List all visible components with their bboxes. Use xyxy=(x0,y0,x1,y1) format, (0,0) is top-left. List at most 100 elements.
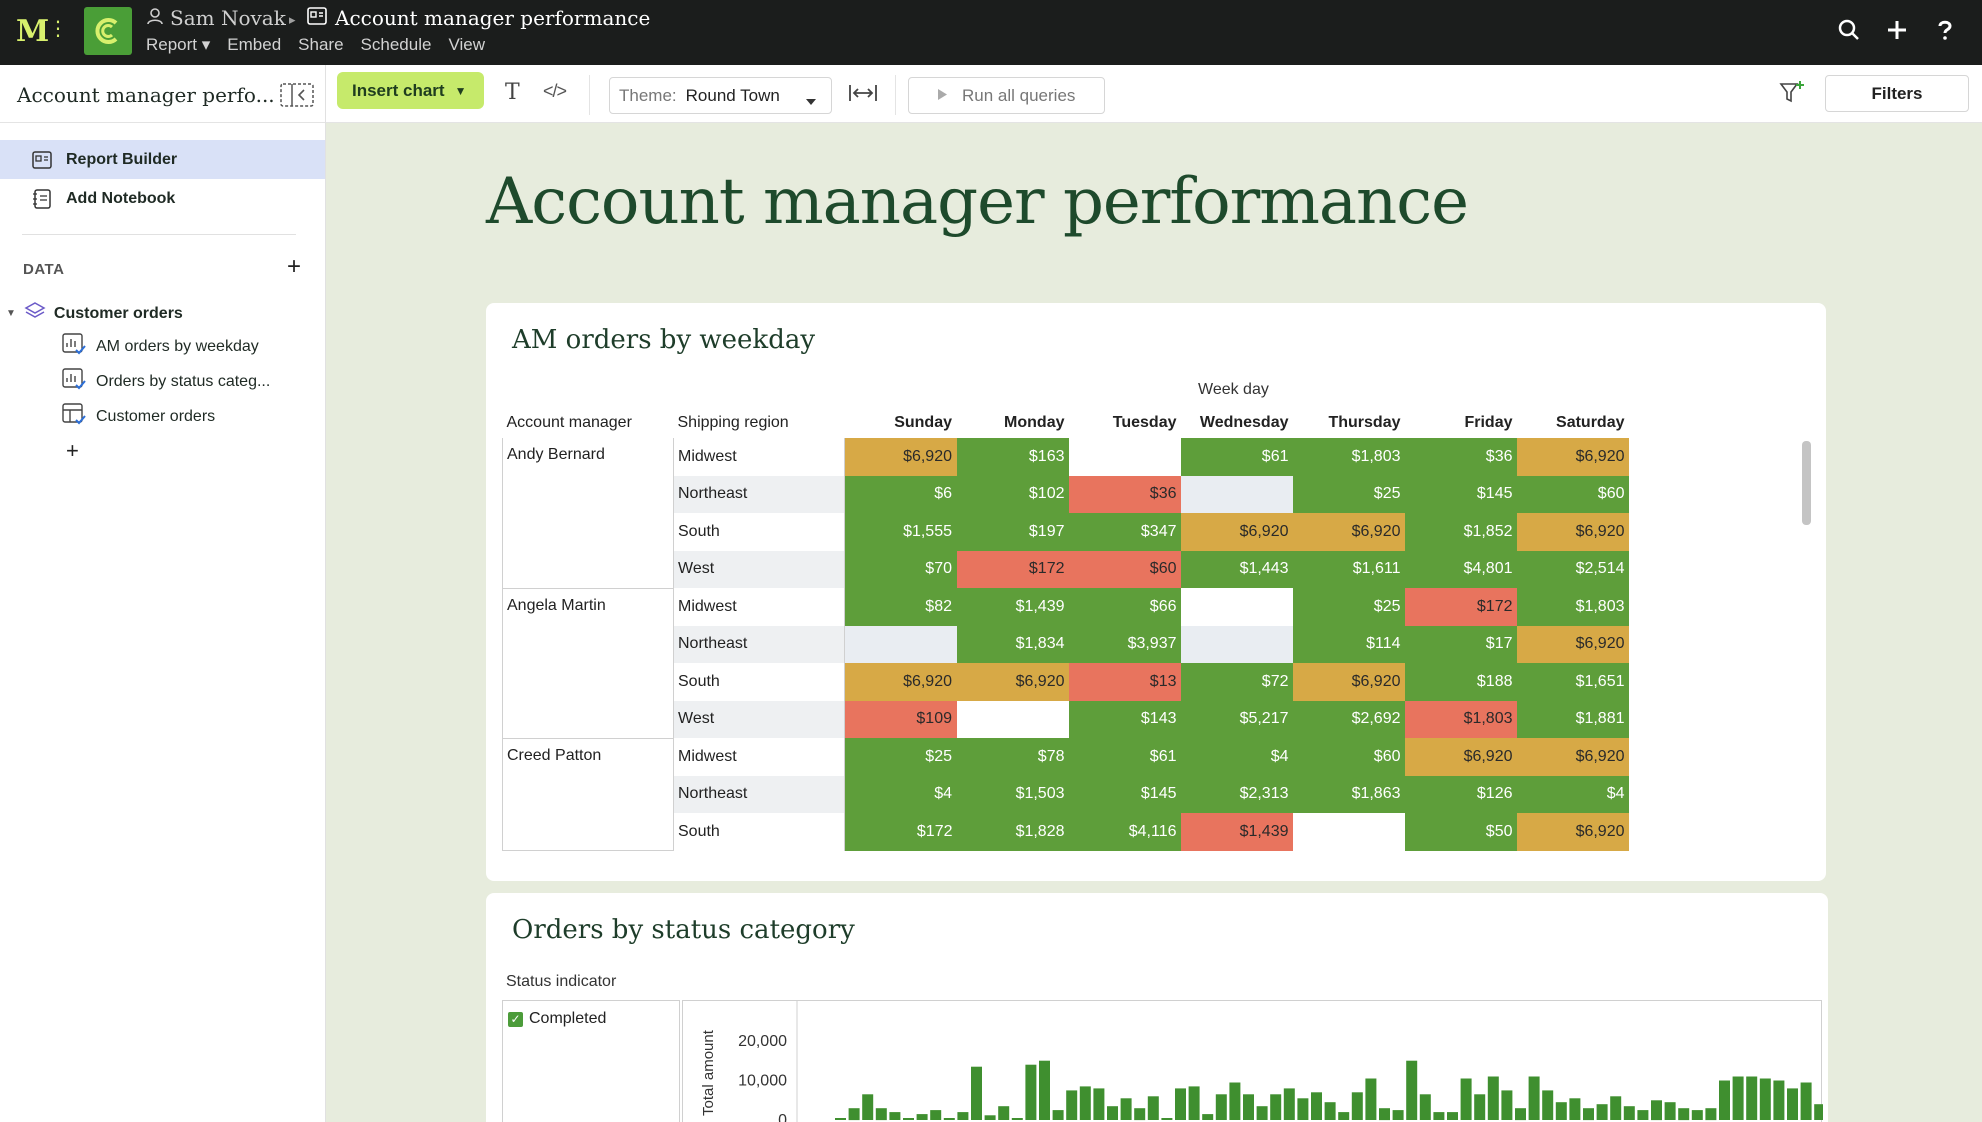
search-icon[interactable] xyxy=(1832,13,1866,47)
bar[interactable] xyxy=(1637,1110,1649,1120)
col-header-friday[interactable]: Friday xyxy=(1405,408,1517,438)
value-cell[interactable]: $25 xyxy=(1292,475,1405,513)
value-cell[interactable]: $1,828 xyxy=(956,813,1069,851)
breadcrumb-report[interactable]: Account manager performance xyxy=(307,6,650,30)
value-cell[interactable]: $60 xyxy=(1068,550,1181,588)
bar[interactable] xyxy=(1188,1086,1200,1120)
bar[interactable] xyxy=(875,1108,887,1121)
menu-embed[interactable]: Embed xyxy=(227,35,281,55)
value-cell[interactable]: $6,920 xyxy=(1180,513,1293,551)
project-icon[interactable] xyxy=(84,7,132,55)
value-cell[interactable]: $50 xyxy=(1404,813,1517,851)
value-cell[interactable]: $1,651 xyxy=(1516,663,1629,701)
value-cell[interactable]: $3,937 xyxy=(1068,625,1181,663)
value-cell[interactable]: $1,803 xyxy=(1404,700,1517,738)
legend-item-completed[interactable]: ✓ Completed xyxy=(508,1010,606,1028)
bar[interactable] xyxy=(1311,1092,1322,1120)
value-cell[interactable]: $6,920 xyxy=(1516,513,1629,551)
value-cell[interactable]: $2,692 xyxy=(1292,700,1405,738)
bar[interactable] xyxy=(1079,1086,1091,1120)
bar[interactable] xyxy=(862,1094,874,1120)
pivot-card[interactable]: AM orders by weekday Week day Account ma… xyxy=(486,303,1826,881)
bar[interactable] xyxy=(1773,1080,1785,1121)
bar[interactable] xyxy=(1406,1060,1418,1120)
bar[interactable] xyxy=(1759,1078,1771,1121)
value-cell[interactable] xyxy=(1180,475,1293,513)
bar[interactable] xyxy=(1596,1104,1608,1120)
value-cell[interactable]: $4 xyxy=(1516,775,1629,813)
value-cell[interactable]: $1,834 xyxy=(956,625,1069,663)
bar[interactable] xyxy=(1419,1094,1431,1120)
bar[interactable] xyxy=(1175,1088,1186,1120)
value-cell[interactable]: $6,920 xyxy=(1292,513,1405,551)
bar[interactable] xyxy=(1243,1094,1254,1120)
bar[interactable] xyxy=(943,1118,955,1120)
value-cell[interactable] xyxy=(1180,625,1293,663)
value-cell[interactable]: $25 xyxy=(1292,588,1405,626)
bar[interactable] xyxy=(1202,1114,1214,1120)
app-switcher-icon[interactable]: ⋮ xyxy=(48,16,68,41)
col-header-thursday[interactable]: Thursday xyxy=(1293,408,1405,438)
value-cell[interactable]: $6,920 xyxy=(1516,438,1629,476)
bar[interactable] xyxy=(1283,1088,1295,1120)
bar[interactable] xyxy=(1161,1118,1173,1120)
bar[interactable] xyxy=(903,1118,914,1120)
value-cell[interactable]: $172 xyxy=(1404,588,1517,626)
bar[interactable] xyxy=(1147,1096,1159,1120)
bar[interactable] xyxy=(916,1114,928,1120)
document-title[interactable]: Account manager perfo... xyxy=(17,83,275,107)
bar[interactable] xyxy=(1583,1108,1594,1121)
value-cell[interactable] xyxy=(956,700,1069,738)
value-cell[interactable]: $6,920 xyxy=(844,663,957,701)
value-cell[interactable]: $1,503 xyxy=(956,775,1069,813)
filters-button[interactable]: Filters xyxy=(1825,75,1969,112)
bar[interactable] xyxy=(1651,1100,1662,1121)
menu-schedule[interactable]: Schedule xyxy=(361,35,432,55)
value-cell[interactable]: $6,920 xyxy=(1516,738,1629,776)
tree-item-customer-orders[interactable]: Customer orders xyxy=(62,403,215,430)
value-cell[interactable]: $36 xyxy=(1404,438,1517,476)
value-cell[interactable]: $1,881 xyxy=(1516,700,1629,738)
sidebar-item-add-notebook[interactable]: Add Notebook xyxy=(0,179,325,218)
value-cell[interactable] xyxy=(1180,588,1293,626)
value-cell[interactable]: $6,920 xyxy=(956,663,1069,701)
value-cell[interactable]: $5,217 xyxy=(1180,700,1293,738)
value-cell[interactable]: $1,803 xyxy=(1516,588,1629,626)
bar[interactable] xyxy=(1379,1108,1390,1121)
bar[interactable] xyxy=(1011,1118,1023,1120)
value-cell[interactable]: $1,439 xyxy=(956,588,1069,626)
col-header-account-manager[interactable]: Account manager xyxy=(503,408,674,438)
col-header-sunday[interactable]: Sunday xyxy=(845,408,957,438)
value-cell[interactable]: $2,514 xyxy=(1516,550,1629,588)
help-icon[interactable] xyxy=(1928,13,1962,47)
bar[interactable] xyxy=(1746,1076,1758,1121)
value-cell[interactable]: $6,920 xyxy=(1292,663,1405,701)
bar[interactable] xyxy=(1229,1082,1241,1121)
value-cell[interactable]: $102 xyxy=(956,475,1069,513)
chevron-down-icon[interactable]: ▼ xyxy=(6,308,16,319)
value-cell[interactable]: $145 xyxy=(1404,475,1517,513)
sidebar-item-report-builder[interactable]: Report Builder xyxy=(0,140,325,179)
value-cell[interactable]: $1,852 xyxy=(1404,513,1517,551)
bar[interactable] xyxy=(1528,1076,1540,1121)
bar[interactable] xyxy=(1093,1088,1105,1120)
bar[interactable] xyxy=(1270,1094,1282,1120)
bar[interactable] xyxy=(1487,1076,1499,1121)
value-cell[interactable] xyxy=(844,625,957,663)
value-cell[interactable]: $60 xyxy=(1292,738,1405,776)
bar[interactable] xyxy=(1215,1094,1227,1120)
value-cell[interactable]: $13 xyxy=(1068,663,1181,701)
bar[interactable] xyxy=(1107,1106,1118,1120)
value-cell[interactable]: $25 xyxy=(844,738,957,776)
bar[interactable] xyxy=(1134,1108,1146,1121)
value-cell[interactable]: $82 xyxy=(844,588,957,626)
bar[interactable] xyxy=(984,1115,996,1120)
bar[interactable] xyxy=(1392,1110,1404,1120)
value-cell[interactable]: $78 xyxy=(956,738,1069,776)
value-cell[interactable]: $114 xyxy=(1292,625,1405,663)
value-cell[interactable]: $2,313 xyxy=(1180,775,1293,813)
value-cell[interactable]: $4,116 xyxy=(1068,813,1181,851)
bar[interactable] xyxy=(1120,1098,1132,1120)
value-cell[interactable]: $36 xyxy=(1068,475,1181,513)
value-cell[interactable]: $60 xyxy=(1516,475,1629,513)
